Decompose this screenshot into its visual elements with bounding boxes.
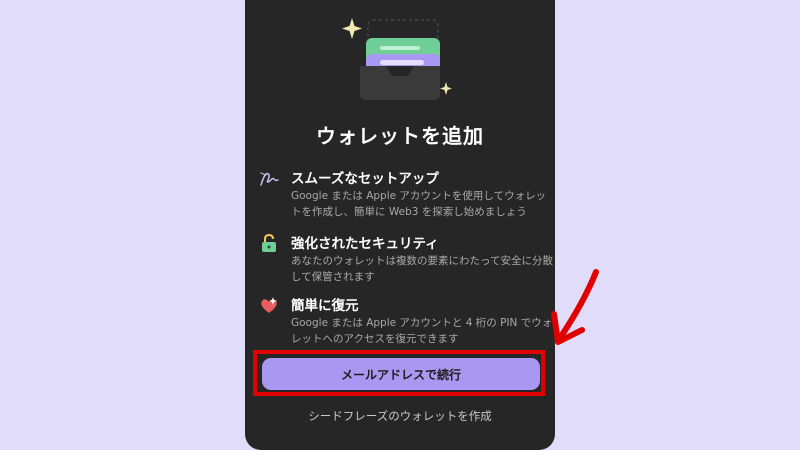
feature-description: あなたのウォレットは複数の要素にわたって安全に分散して保管されます (291, 255, 553, 283)
create-seed-phrase-wallet-link[interactable]: シードフレーズのウォレットを作成 (245, 408, 555, 424)
feature-title: スムーズなセットアップ (291, 171, 439, 187)
feature-description: Google または Apple アカウントを使用してウォレットを作成し、簡単に… (291, 190, 547, 218)
feature-title: 簡単に復元 (291, 298, 359, 314)
arrow-annotation-icon (551, 269, 599, 345)
heart-sparkle-icon (261, 297, 277, 313)
feature-description: Google または Apple アカウントと 4 桁の PIN でウォレットへ… (291, 317, 553, 345)
dialog-title: ウォレットを追加 (316, 124, 484, 148)
continue-with-email-button[interactable]: メールアドレスで続行 (262, 358, 540, 390)
lock-icon (262, 233, 276, 252)
signature-icon (260, 172, 279, 186)
feature-title: 強化されたセキュリティ (291, 236, 439, 252)
wallet-illustration-icon (342, 18, 452, 100)
